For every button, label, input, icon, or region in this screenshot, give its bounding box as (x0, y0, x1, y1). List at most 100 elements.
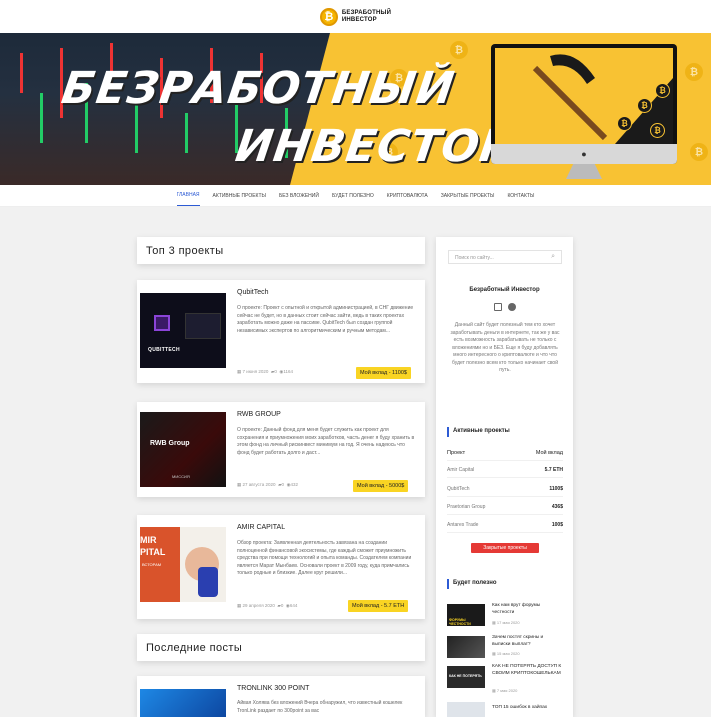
post-card: QUBITTECH QubitTech О проекте: Проект с … (137, 280, 425, 383)
post-title[interactable]: RWB GROUP (237, 411, 281, 418)
calendar-icon: ▦ (237, 482, 242, 487)
logo-line-1: БЕЗРАБОТНЫЙ (341, 9, 392, 16)
bitcoin-icon: ₿ (617, 116, 632, 131)
latest-heading-card: Последние посты (137, 634, 425, 661)
about-text: Данный сайт будет полезный тем кто хочет… (450, 322, 560, 373)
heading-accent (447, 579, 449, 589)
post-card: RWB Group МИССИЯ RWB GROUP О проекте: Да… (137, 402, 425, 497)
post-meta: ▦ 27 августа 2020 ▰0 ◉432 (237, 482, 298, 488)
section-title-latest: Последние посты (146, 642, 243, 654)
telegram-icon[interactable] (508, 303, 516, 311)
post-title[interactable]: TRONLINK 300 POINT (237, 685, 309, 692)
post-excerpt: О проекте: Проект с опытной и открытой а… (237, 305, 414, 334)
useful-item-date: ▦ 15 мая 2020 (492, 651, 520, 656)
view-count: 432 (290, 482, 299, 487)
post-date: 27 августа 2020 (242, 482, 276, 487)
site-logo[interactable]: ₿ БЕЗРАБОТНЫЙ ИНВЕСТОР (319, 7, 391, 26)
post-title[interactable]: AMIR CAPITAL (237, 524, 285, 531)
post-thumbnail[interactable] (140, 689, 226, 717)
project-deposit: 436$ (551, 504, 563, 510)
nav-item-useful[interactable]: БУДЕТ ПОЛЕЗНО (332, 186, 374, 206)
useful-item-date: ▦ 7 мая 2020 (492, 688, 517, 693)
post-title[interactable]: QubitTech (237, 289, 269, 296)
post-thumbnail[interactable]: RWB Group МИССИЯ (140, 412, 226, 487)
search-placeholder: Поиск по сайту... (455, 255, 494, 261)
thumb-sub-label: МИССИЯ (172, 474, 190, 479)
table-header: Проект Мой вклад (447, 450, 563, 461)
nav-item-closed-projects[interactable]: ЗАКРЫТЫЕ ПРОЕКТЫ (441, 186, 495, 206)
closed-projects-button[interactable]: Закрытые проекты (471, 543, 539, 553)
post-meta: ▦ 29 апреля 2020 ▰0 ◉644 (237, 603, 297, 609)
useful-thumbnail[interactable] (447, 702, 485, 717)
nav-item-crypto[interactable]: КРИПТОВАЛЮТА (387, 186, 428, 206)
main-navigation: ГЛАВНАЯ АКТИВНЫЕ ПРОЕКТЫ БЕЗ ВЛОЖЕНИЙ БУ… (0, 185, 711, 207)
about-title: Безработный Инвестор (469, 287, 540, 293)
table-row[interactable]: Praetorian Group 436$ (447, 504, 563, 515)
thumb-label: RWB Group (150, 440, 190, 447)
apple-logo-icon: ● (491, 144, 677, 164)
post-excerpt: О проекте: Данный фонд для меня будет сл… (237, 427, 415, 456)
nav-item-no-investment[interactable]: БЕЗ ВЛОЖЕНИЙ (279, 186, 319, 206)
logo-text: БЕЗРАБОТНЫЙ ИНВЕСТОР (342, 10, 391, 24)
comment-count: 0 (280, 603, 284, 608)
useful-thumbnail[interactable]: КАК НЕ ПОТЕРЯТЬ (447, 666, 485, 688)
deposit-badge: Мой вклад - 1100$ (356, 367, 411, 379)
useful-heading: Будет полезно (453, 580, 497, 586)
calendar-icon: ▦ (492, 651, 496, 656)
nav-item-home[interactable]: ГЛАВНАЯ (176, 185, 200, 206)
social-icons (494, 303, 516, 311)
table-row[interactable]: Antares Trade 100$ (447, 522, 563, 533)
post-thumbnail[interactable]: MIR PITAL ВСТОРАМ (140, 527, 226, 602)
calendar-icon: ▦ (492, 688, 496, 693)
useful-item-title[interactable]: КАК НЕ ПОТЕРЯТЬ ДОСТУП К СВОИМ КРИПТОКОШ… (492, 664, 562, 677)
post-date: 29 апреля 2020 (242, 603, 275, 608)
column-header-deposit: Мой вклад (535, 450, 563, 456)
search-icon[interactable]: ⌕ (551, 253, 555, 261)
search-input[interactable]: Поиск по сайту... ⌕ (448, 250, 562, 264)
useful-thumbnail[interactable] (447, 636, 485, 658)
project-deposit: 1100$ (549, 486, 563, 492)
thumb-label-2: PITAL (140, 547, 166, 557)
thumb-label: ФОРУМЫ ЧЕСТНОСТИ (449, 618, 471, 626)
banner-title-line-2: ИНВЕСТОР (232, 121, 517, 172)
section-title-top3: Топ 3 проекты (146, 245, 224, 257)
banner-title-line-1: БЕЗРАБОТНЫЙ (58, 63, 458, 114)
column-header-project: Проект (447, 450, 466, 456)
post-date: 7 июня 2020 (242, 369, 269, 374)
view-count: 644 (289, 603, 298, 608)
project-name: Praetorian Group (447, 504, 486, 510)
comment-count: 0 (274, 369, 277, 374)
youtube-icon[interactable] (494, 303, 502, 311)
bitcoin-icon: ₿ (637, 98, 652, 113)
table-row[interactable]: QubitTech 1100$ (447, 486, 563, 497)
comment-count: 0 (281, 482, 285, 487)
thumb-label: КАК НЕ ПОТЕРЯТЬ (449, 674, 482, 678)
bitcoin-icon: ₿ (690, 143, 708, 161)
heading-accent (447, 427, 449, 437)
deposit-badge: Мой вклад - 5.7 ETH (348, 600, 409, 612)
post-excerpt: Обзор проекта: Заявленная деятельность з… (237, 540, 412, 576)
useful-item-title[interactable]: ТОП 15 ошибок в хайпах (492, 705, 562, 712)
date-text: 17 мая 2020 (496, 620, 520, 625)
calendar-icon: ▦ (237, 603, 242, 608)
active-projects-heading: Активные проекты (453, 428, 510, 434)
table-row[interactable]: Amir Capital 5.7 ETH (447, 467, 563, 478)
project-name: QubitTech (447, 486, 470, 492)
view-count: 1164 (283, 369, 293, 374)
useful-thumbnail[interactable]: ФОРУМЫ ЧЕСТНОСТИ (447, 604, 485, 626)
logo-line-2: ИНВЕСТОР (341, 16, 377, 23)
hero-banner: ₿ ₿ ₿ ₿ ₿ ₿ БЕЗРАБОТНЫЙ ИНВЕСТОР ₿ ₿ ₿ ₿… (0, 33, 711, 185)
calendar-icon: ▦ (237, 369, 242, 374)
useful-item-title[interactable]: Зачем постят скрины и выписки выплат? (492, 635, 562, 648)
calendar-icon: ▦ (492, 620, 496, 625)
nav-item-active-projects[interactable]: АКТИВНЫЕ ПРОЕКТЫ (213, 186, 266, 206)
post-meta: ▦ 7 июня 2020 ▰0 ◉1164 (237, 369, 293, 375)
post-thumbnail[interactable]: QUBITTECH (140, 293, 226, 368)
top3-heading-card: Топ 3 проекты (137, 237, 425, 264)
post-card: TRONLINK 300 POINT Айвая Холява без влож… (137, 676, 425, 717)
thumb-sub-label: ВСТОРАМ (142, 562, 162, 567)
useful-item-title[interactable]: Как нам врут форумы честности (492, 603, 562, 616)
date-text: 7 мая 2020 (496, 688, 518, 693)
monitor-illustration: ₿ ₿ ₿ ₿ ● (491, 44, 677, 164)
nav-item-contacts[interactable]: КОНТАКТЫ (507, 186, 534, 206)
